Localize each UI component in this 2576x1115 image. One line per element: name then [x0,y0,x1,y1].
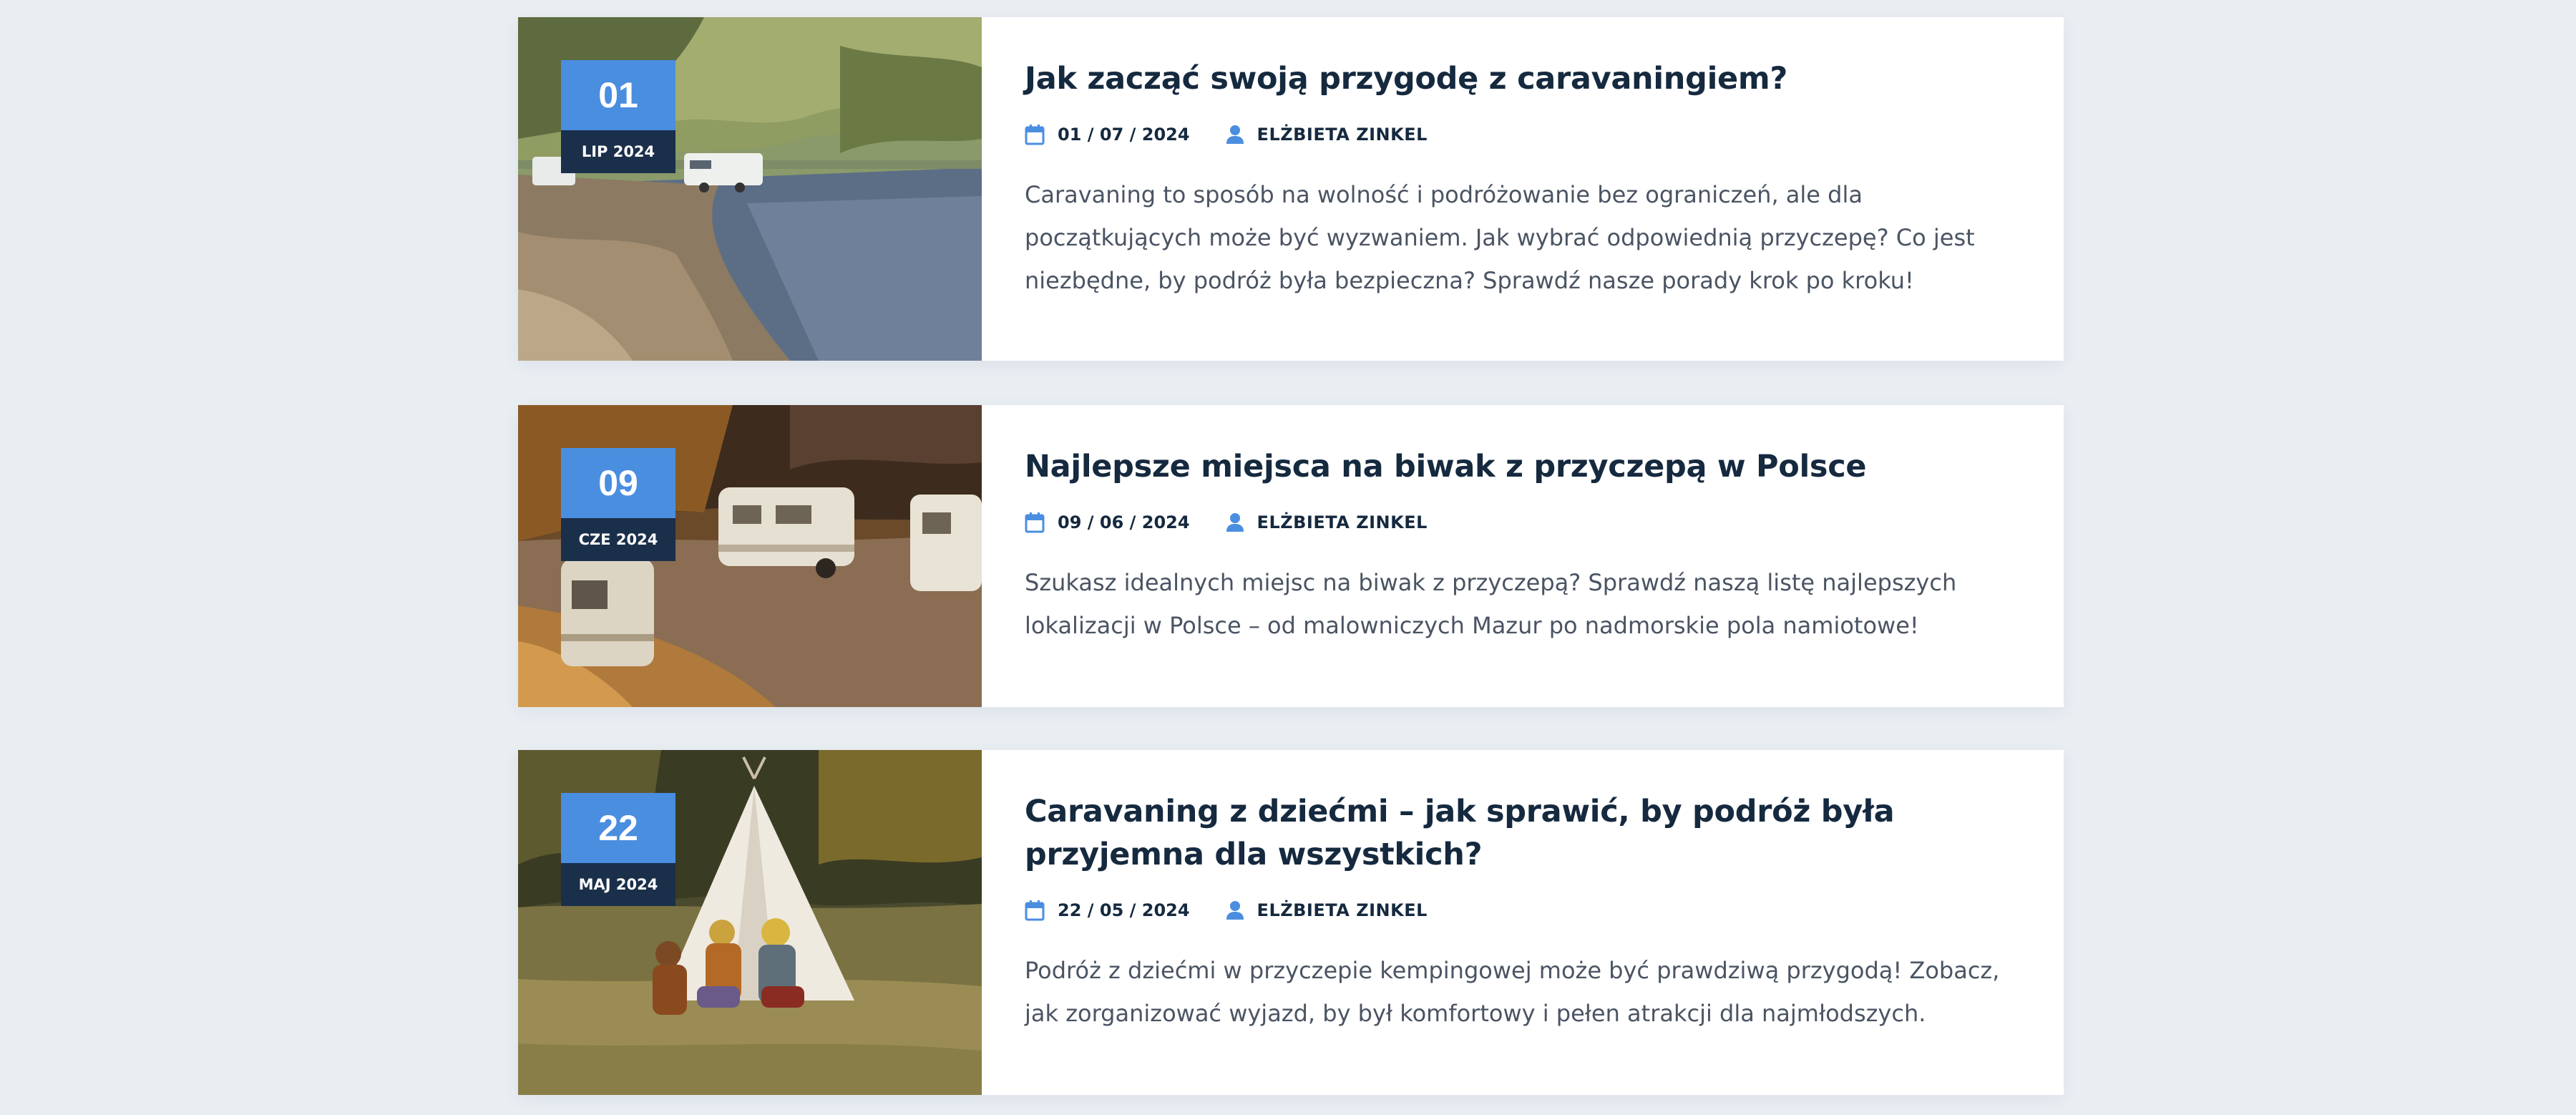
post-thumbnail[interactable]: 22 MAJ 2024 [518,750,982,1095]
post-meta: 01 / 07 / 2024 ELŻBIETA ZINKEL [1025,122,2021,147]
post-author[interactable]: ELŻBIETA ZINKEL [1226,125,1428,145]
post-meta: 09 / 06 / 2024 ELŻBIETA ZINKEL [1025,510,2021,535]
calendar-icon [1025,125,1045,145]
post-date: 22 / 05 / 2024 [1025,900,1190,921]
blog-post-card[interactable]: 22 MAJ 2024 Caravaning z dziećmi – jak s… [518,750,2064,1095]
post-author[interactable]: ELŻBIETA ZINKEL [1226,900,1428,920]
post-thumbnail[interactable]: 09 CZE 2024 [518,405,982,707]
date-badge: 01 LIP 2024 [561,60,675,173]
date-badge-month: CZE 2024 [561,518,675,561]
calendar-icon [1025,512,1045,533]
post-author[interactable]: ELŻBIETA ZINKEL [1226,512,1428,532]
date-badge: 22 MAJ 2024 [561,793,675,906]
post-meta: 22 / 05 / 2024 ELŻBIETA ZINKEL [1025,897,2021,923]
date-badge-day: 22 [561,793,675,863]
post-date: 01 / 07 / 2024 [1025,124,1190,145]
post-title[interactable]: Jak zacząć swoją przygodę z caravaningie… [1025,57,2021,100]
date-badge-month: LIP 2024 [561,130,675,173]
post-date-text: 09 / 06 / 2024 [1058,512,1190,532]
post-thumbnail[interactable]: 01 LIP 2024 [518,17,982,361]
post-author-name[interactable]: ELŻBIETA ZINKEL [1257,512,1428,532]
post-content: Caravaning z dziećmi – jak sprawić, by p… [982,750,2064,1095]
user-icon [1226,513,1244,532]
post-author-name[interactable]: ELŻBIETA ZINKEL [1257,125,1428,145]
date-badge-day: 09 [561,448,675,518]
post-title[interactable]: Najlepsze miejsca na biwak z przyczepą w… [1025,445,2021,488]
date-badge-month: MAJ 2024 [561,863,675,906]
date-badge-day: 01 [561,60,675,130]
post-content: Najlepsze miejsca na biwak z przyczepą w… [982,405,2064,707]
user-icon [1226,125,1244,144]
blog-post-card[interactable]: 01 LIP 2024 Jak zacząć swoją przygodę z … [518,17,2064,361]
post-content: Jak zacząć swoją przygodę z caravaningie… [982,17,2064,361]
post-date-text: 22 / 05 / 2024 [1058,900,1190,920]
post-title[interactable]: Caravaning z dziećmi – jak sprawić, by p… [1025,790,2021,876]
post-excerpt: Szukasz idealnych miejsc na biwak z przy… [1025,569,1957,639]
blog-post-card[interactable]: 09 CZE 2024 Najlepsze miejsca na biwak z… [518,405,2064,707]
calendar-icon [1025,900,1045,921]
post-author-name[interactable]: ELŻBIETA ZINKEL [1257,900,1428,920]
post-excerpt: Podróż z dziećmi w przyczepie kempingowe… [1025,957,2000,1027]
date-badge: 09 CZE 2024 [561,448,675,561]
post-excerpt: Caravaning to sposób na wolność i podróż… [1025,181,1975,294]
post-date-text: 01 / 07 / 2024 [1058,125,1190,145]
post-date: 09 / 06 / 2024 [1025,512,1190,533]
user-icon [1226,901,1244,920]
